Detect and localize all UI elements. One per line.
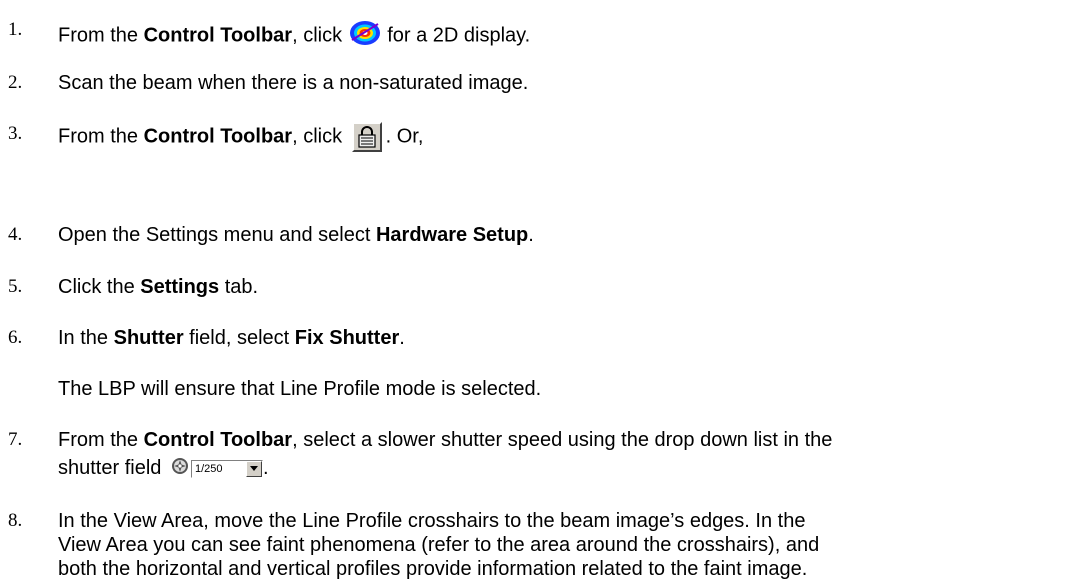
hardware-setup-label: Hardware Setup: [375, 224, 529, 246]
step-text-part: . Or,: [385, 125, 424, 148]
settings-tab-label: Settings: [140, 276, 220, 298]
fix-shutter-label: Fix Shutter: [294, 327, 400, 349]
step-text-part: In the: [58, 327, 114, 349]
step-text-part: .: [528, 224, 534, 246]
shutter-speed-select[interactable]: 1/250: [190, 459, 263, 478]
step-8-line-3: both the horizontal and vertical profile…: [58, 558, 808, 580]
step-text: Scan the beam when there is a non-satura…: [58, 72, 529, 94]
step-text-part: , click: [292, 125, 348, 148]
shutter-icon: [171, 457, 189, 481]
control-toolbar-label: Control Toolbar: [143, 125, 293, 148]
step-text-part: shutter field: [58, 457, 162, 479]
step-text-part: Click the: [58, 276, 141, 298]
step-7-continuation: shutter field 1/250 .: [58, 456, 269, 481]
step-number: 6.: [8, 327, 23, 348]
step-text-part: field, select: [183, 327, 295, 349]
step-text: Open the Settings menu and select Hardwa…: [58, 223, 534, 247]
step-number: 1.: [8, 19, 23, 40]
step-text: From the Control Toolbar, select a slowe…: [58, 428, 832, 452]
shutter-control: 1/250: [171, 457, 263, 481]
step-text-part: for a 2D display.: [387, 24, 531, 47]
step-text: Click the Settings tab.: [58, 275, 258, 299]
step-text-part: .: [262, 457, 269, 479]
step-text-part: From the: [58, 429, 144, 451]
control-toolbar-label: Control Toolbar: [143, 429, 293, 451]
step-text-part: , click: [292, 24, 348, 47]
step-text: From the Control Toolbar, click for a 2D…: [58, 18, 530, 54]
step-text-part: From the: [58, 125, 144, 148]
step-8-line-2: View Area you can see faint phenomena (r…: [58, 534, 820, 556]
step-number: 5.: [8, 276, 23, 297]
step-number: 3.: [8, 123, 23, 144]
lock-icon[interactable]: [351, 122, 382, 152]
step-number: 2.: [8, 72, 23, 93]
step-text-part: Open the Settings menu and select: [58, 224, 376, 246]
step-number: 7.: [8, 429, 23, 450]
step-number: 8.: [8, 510, 23, 531]
step-text: In the Shutter field, select Fix Shutter…: [58, 326, 405, 350]
shutter-speed-value: 1/250: [194, 462, 223, 475]
step-text-part: .: [399, 327, 405, 349]
step-text-line-1: In the View Area, move the Line Profile …: [58, 510, 806, 532]
chevron-down-icon[interactable]: [245, 460, 262, 477]
shutter-label: Shutter: [113, 327, 184, 349]
step-text-part: , select a slower shutter speed using th…: [292, 429, 833, 451]
step-text: From the Control Toolbar, click . Or,: [58, 122, 423, 152]
step-text-part: tab.: [219, 276, 259, 298]
control-toolbar-label: Control Toolbar: [143, 24, 293, 47]
step-text-part: From the: [58, 24, 144, 47]
2d-display-icon[interactable]: [348, 18, 382, 54]
step-6-note: The LBP will ensure that Line Profile mo…: [58, 378, 542, 400]
step-number: 4.: [8, 224, 23, 245]
